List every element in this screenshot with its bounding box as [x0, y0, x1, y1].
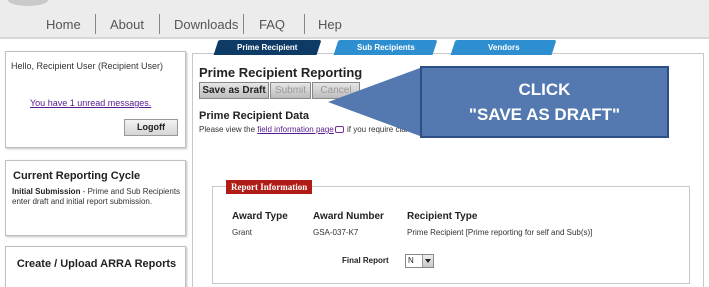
- callout-line-1: CLICK: [518, 80, 571, 99]
- nav-separator: [243, 14, 244, 34]
- award-number-value: GSA-037-K7: [313, 228, 359, 237]
- callout-line-2: "SAVE AS DRAFT": [468, 105, 621, 124]
- callout-text: CLICK "SAVE AS DRAFT": [422, 77, 667, 127]
- field-info-link[interactable]: field information page: [257, 125, 334, 134]
- nav-divider-line: [0, 37, 709, 39]
- award-number-header: Award Number: [313, 211, 384, 222]
- submit-button[interactable]: Submit: [270, 82, 311, 99]
- logoff-button[interactable]: Logoff: [124, 119, 178, 136]
- award-type-header: Award Type: [232, 211, 288, 222]
- nav-faq[interactable]: FAQ: [259, 17, 285, 32]
- callout-arrow-icon: [328, 68, 420, 136]
- section-title: Prime Recipient Data: [199, 110, 310, 122]
- nav-separator: [159, 14, 160, 34]
- recipient-type-header: Recipient Type: [407, 211, 478, 222]
- recipient-type-value: Prime Recipient [Prime reporting for sel…: [407, 228, 593, 237]
- nav-help[interactable]: Hep: [318, 17, 342, 32]
- chevron-down-icon: [422, 255, 433, 267]
- unread-messages-link[interactable]: You have 1 unread messages.: [30, 98, 151, 108]
- user-panel: Hello, Recipient User (Recipient User) Y…: [5, 51, 186, 148]
- tab-label: Sub Recipients: [356, 43, 415, 52]
- final-report-select[interactable]: N: [405, 254, 434, 268]
- instruction-callout: CLICK "SAVE AS DRAFT": [420, 66, 669, 138]
- tab-sub-recipients[interactable]: Sub Recipients: [333, 40, 438, 55]
- tab-prime-recipient[interactable]: Prime Recipient: [213, 40, 322, 55]
- greeting-text: Hello, Recipient User (Recipient User): [11, 61, 164, 71]
- final-report-value: N: [408, 256, 414, 265]
- nav-about[interactable]: About: [110, 17, 144, 32]
- reporting-cycle-panel: Current Reporting Cycle Initial Submissi…: [5, 160, 186, 236]
- tab-vendors[interactable]: Vendors: [450, 40, 557, 55]
- cycle-phase: Initial Submission: [12, 187, 81, 196]
- award-type-value: Grant: [232, 228, 253, 237]
- top-nav-bar: [0, 0, 709, 38]
- nav-separator: [95, 14, 96, 34]
- info-prefix: Please view the: [199, 125, 258, 134]
- report-info-tag: Report Information: [226, 180, 313, 194]
- final-report-label: Final Report: [342, 256, 389, 265]
- tab-label: Vendors: [487, 43, 520, 52]
- nav-home[interactable]: Home: [46, 17, 81, 32]
- nav-separator: [304, 14, 305, 34]
- tab-label: Prime Recipient: [237, 43, 298, 52]
- nav-downloads[interactable]: Downloads: [174, 17, 238, 32]
- cycle-title: Current Reporting Cycle: [13, 170, 141, 182]
- create-reports-panel: Create / Upload ARRA Reports: [5, 246, 186, 287]
- save-as-draft-button[interactable]: Save as Draft: [199, 82, 269, 99]
- cycle-description: Initial Submission - Prime and Sub Recip…: [12, 187, 184, 207]
- create-reports-title[interactable]: Create / Upload ARRA Reports: [6, 257, 187, 272]
